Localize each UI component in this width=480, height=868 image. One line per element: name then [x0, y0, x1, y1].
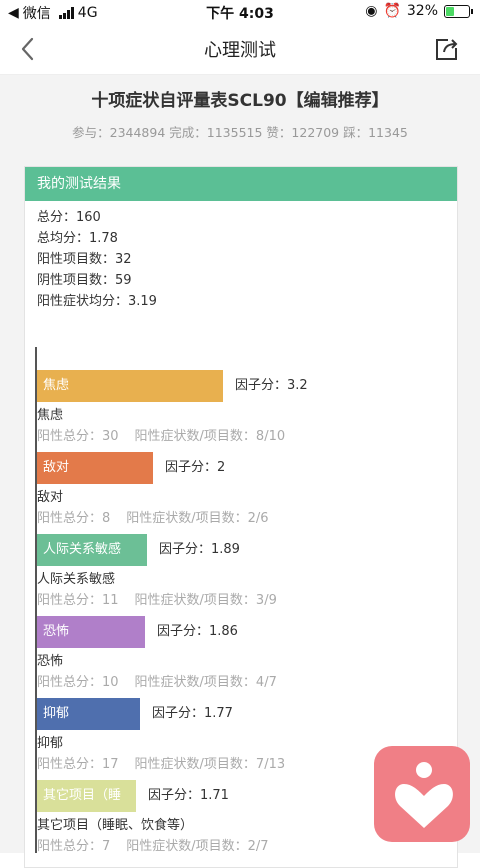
positive-ratio: 阳性症状数/项目数：4/7 — [134, 675, 277, 690]
battery-percent: 32% — [406, 3, 438, 19]
chart-bar: 焦虑 — [37, 370, 223, 402]
positive-total: 阳性总分：30 — [37, 429, 119, 444]
factor-score-label: 因子分：3.2 — [235, 378, 308, 393]
category-detail: 阳性总分：11 阳性症状数/项目数：3/9 — [37, 589, 293, 608]
positive-total: 阳性总分：11 — [37, 593, 119, 608]
factor-score-label: 因子分：1.89 — [159, 542, 240, 557]
result-summary: 总分：160 总均分：1.78 阳性项目数：32 阴性项目数：59 阳性症状均分… — [25, 201, 457, 318]
positive-ratio: 阳性症状数/项目数：3/9 — [134, 593, 277, 608]
positive-total: 阳性总分：10 — [37, 675, 119, 690]
category-label: 恐怖 — [37, 654, 64, 669]
share-icon[interactable] — [434, 36, 460, 62]
positive-ratio: 阳性症状数/项目数：2/6 — [126, 511, 269, 526]
battery-icon — [444, 4, 473, 18]
chart-bar: 其它项目（睡 — [37, 780, 136, 812]
summary-line: 总均分：1.78 — [37, 231, 118, 246]
test-title: 十项症状自评量表SCL90【编辑推荐】 — [91, 91, 389, 111]
summary-line: 阳性项目数：32 — [37, 252, 132, 267]
status-bar: ◀ 微信 4G 下午 4:03 ◉ ⏰ 32% — [0, 0, 480, 24]
positive-total: 阳性总分：17 — [37, 757, 119, 772]
factor-score-label: 因子分：1.86 — [157, 624, 238, 639]
orientation-lock-icon: ◉ — [365, 3, 378, 19]
chart-bar: 敌对 — [37, 452, 153, 484]
category-label: 人际关系敏感 — [37, 572, 116, 587]
chart-bar: 抑郁 — [37, 698, 140, 730]
test-stats: 参与：2344894 完成：1135515 赞：122709 踩：11345 — [72, 125, 408, 140]
factor-score-label: 因子分：1.77 — [152, 706, 233, 721]
category-label: 焦虑 — [37, 408, 64, 423]
nav-bar: 心理测试 — [0, 24, 480, 75]
app-logo-icon[interactable] — [374, 746, 470, 842]
positive-total: 阳性总分：7 — [37, 839, 111, 854]
summary-line: 阴性项目数：59 — [37, 273, 132, 288]
category-detail: 阳性总分：10 阳性症状数/项目数：4/7 — [37, 671, 293, 690]
factor-score-label: 因子分：2 — [165, 460, 226, 475]
result-card-header: 我的测试结果 — [25, 167, 457, 201]
positive-ratio: 阳性症状数/项目数：2/7 — [126, 839, 269, 854]
positive-ratio: 阳性症状数/项目数：8/10 — [134, 429, 286, 444]
category-label: 其它项目（睡眠、饮食等） — [37, 818, 194, 833]
category-label: 敌对 — [37, 490, 64, 505]
summary-line: 总分：160 — [37, 210, 101, 225]
factor-score-label: 因子分：1.71 — [148, 788, 229, 803]
chart-bar: 恐怖 — [37, 616, 145, 648]
category-detail: 阳性总分：8 阳性症状数/项目数：2/6 — [37, 507, 285, 526]
category-detail: 阳性总分：7 阳性症状数/项目数：2/7 — [37, 835, 285, 854]
positive-ratio: 阳性症状数/项目数：7/13 — [134, 757, 286, 772]
category-detail: 阳性总分：30 阳性症状数/项目数：8/10 — [37, 425, 301, 444]
positive-total: 阳性总分：8 — [37, 511, 111, 526]
page-title: 心理测试 — [204, 40, 276, 61]
category-label: 抑郁 — [37, 736, 64, 751]
alarm-icon: ⏰ — [383, 3, 401, 19]
category-detail: 阳性总分：17 阳性症状数/项目数：7/13 — [37, 753, 301, 772]
summary-line: 阳性症状均分：3.19 — [37, 294, 157, 309]
status-right: ◉ ⏰ 32% — [365, 3, 473, 19]
chart-bar: 人际关系敏感 — [37, 534, 147, 566]
